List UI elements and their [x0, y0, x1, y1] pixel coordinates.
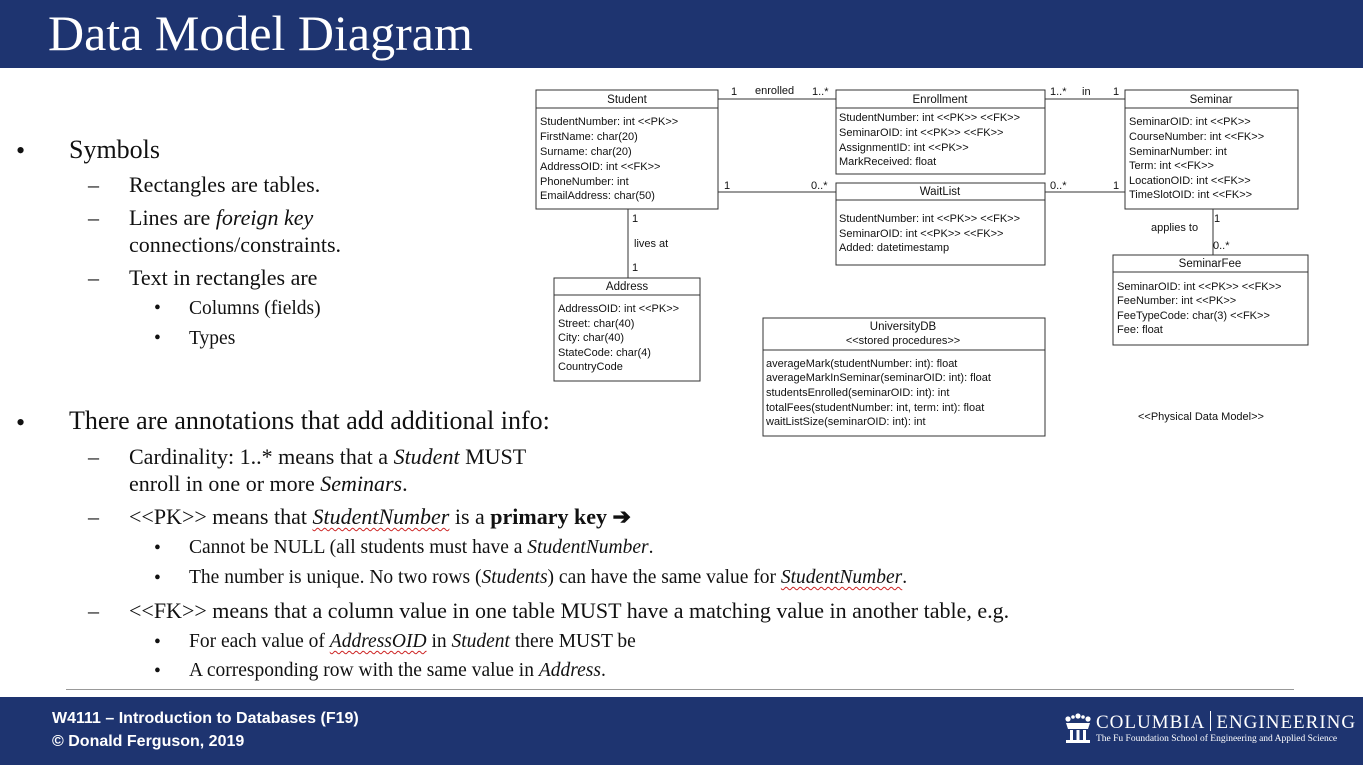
text-bold: primary key	[490, 504, 607, 529]
bullet-annotations: There are annotations that add additiona…	[69, 406, 550, 435]
dash-marker: –	[88, 172, 99, 197]
text-run: Cardinality: 1..* means that a	[129, 444, 394, 469]
text-run: .	[648, 537, 654, 558]
text-emphasis: StudentNumber	[527, 537, 649, 558]
text-emphasis: Student	[451, 631, 510, 652]
bullet-marker: •	[154, 661, 161, 682]
bullet-text-in-rect: Text in rectangles are	[129, 265, 318, 290]
bullet-marker: •	[154, 632, 161, 653]
text-emphasis: AddressOID	[329, 631, 427, 652]
bullet-marker: •	[154, 538, 161, 559]
bullet-lines: Lines are foreign key	[129, 205, 313, 231]
bullet-fk: <<FK>> means that a column value in one …	[129, 598, 1010, 623]
dash-marker: –	[88, 504, 99, 529]
text-run: Lines are	[129, 205, 216, 230]
bullet-each-value: For each value of AddressOID in Student …	[189, 631, 636, 653]
text-run: there MUST be	[509, 631, 636, 652]
logo-separator	[1210, 711, 1212, 731]
text-run: .	[902, 567, 908, 588]
text-emphasis: StudentNumber	[780, 567, 903, 588]
dash-marker: –	[88, 205, 99, 230]
dash-marker: –	[88, 444, 99, 469]
text-run: in	[426, 631, 452, 652]
dash-marker: –	[88, 265, 99, 290]
bullet-marker: •	[154, 298, 161, 319]
footer-credits: W4111 – Introduction to Databases (F19) …	[52, 707, 359, 753]
divider	[66, 689, 1294, 690]
text-emphasis: Students	[481, 567, 548, 588]
text-run: .	[402, 471, 408, 496]
text-run: The number is unique. No two rows (	[189, 567, 482, 588]
bullet-marker: •	[154, 568, 161, 589]
bullet-pk: <<PK>> means that StudentNumber is a pri…	[129, 504, 631, 530]
text-emphasis: StudentNumber	[312, 504, 450, 529]
bullet-not-null: Cannot be NULL (all students must have a…	[189, 537, 654, 559]
bullet-columns: Columns (fields)	[189, 298, 321, 319]
text-run: For each value of	[189, 631, 330, 652]
text-run: A corresponding row with the same value …	[189, 660, 539, 681]
bullet-unique: The number is unique. No two rows (Stude…	[189, 567, 907, 589]
text-emphasis: Address	[538, 660, 601, 681]
text-run: .	[600, 660, 606, 681]
text-run: is a	[449, 504, 491, 529]
bullet-corresponding: A corresponding row with the same value …	[189, 660, 606, 682]
text-run: Cannot be NULL (all students must have a	[189, 537, 528, 558]
logo-text-right: ENGINEERING	[1216, 712, 1357, 733]
course-title: W4111 – Introduction to Databases (F19)	[52, 710, 359, 727]
bullet-symbols: Symbols	[69, 135, 161, 164]
footer-bar: W4111 – Introduction to Databases (F19) …	[0, 697, 1363, 765]
slide-body: • Symbols – Rectangles are tables. – Lin…	[0, 0, 1363, 700]
dash-marker: –	[88, 598, 99, 623]
bullet-marker: •	[16, 408, 26, 437]
text-run: MUST	[459, 444, 527, 469]
text-run: enroll in one or more	[129, 471, 321, 496]
bullet-cardinality-cont: enroll in one or more Seminars.	[129, 471, 408, 497]
bullet-lines-cont: connections/constraints.	[129, 232, 342, 257]
bullet-rect-tables: Rectangles are tables.	[129, 172, 321, 197]
text-emphasis: Student	[393, 444, 460, 469]
logo-subtitle: The Fu Foundation School of Engineering …	[1096, 734, 1338, 744]
bullet-marker: •	[16, 136, 26, 165]
arrow-right-icon: ➔	[612, 504, 631, 529]
bullet-types: Types	[189, 328, 236, 349]
logo-text-left: COLUMBIA	[1096, 712, 1206, 733]
text-emphasis: foreign key	[215, 205, 314, 230]
crown-icon	[1065, 713, 1091, 743]
logo-wordmark: COLUMBIA ENGINEERING	[1096, 711, 1356, 734]
text-run: <<PK>> means that	[129, 504, 313, 529]
bullet-marker: •	[154, 328, 161, 349]
bullet-cardinality: Cardinality: 1..* means that a Student M…	[129, 444, 526, 470]
text-run: ) can have the same value for	[547, 567, 781, 588]
text-emphasis: Seminars	[320, 471, 403, 496]
copyright: © Donald Ferguson, 2019	[52, 733, 245, 750]
